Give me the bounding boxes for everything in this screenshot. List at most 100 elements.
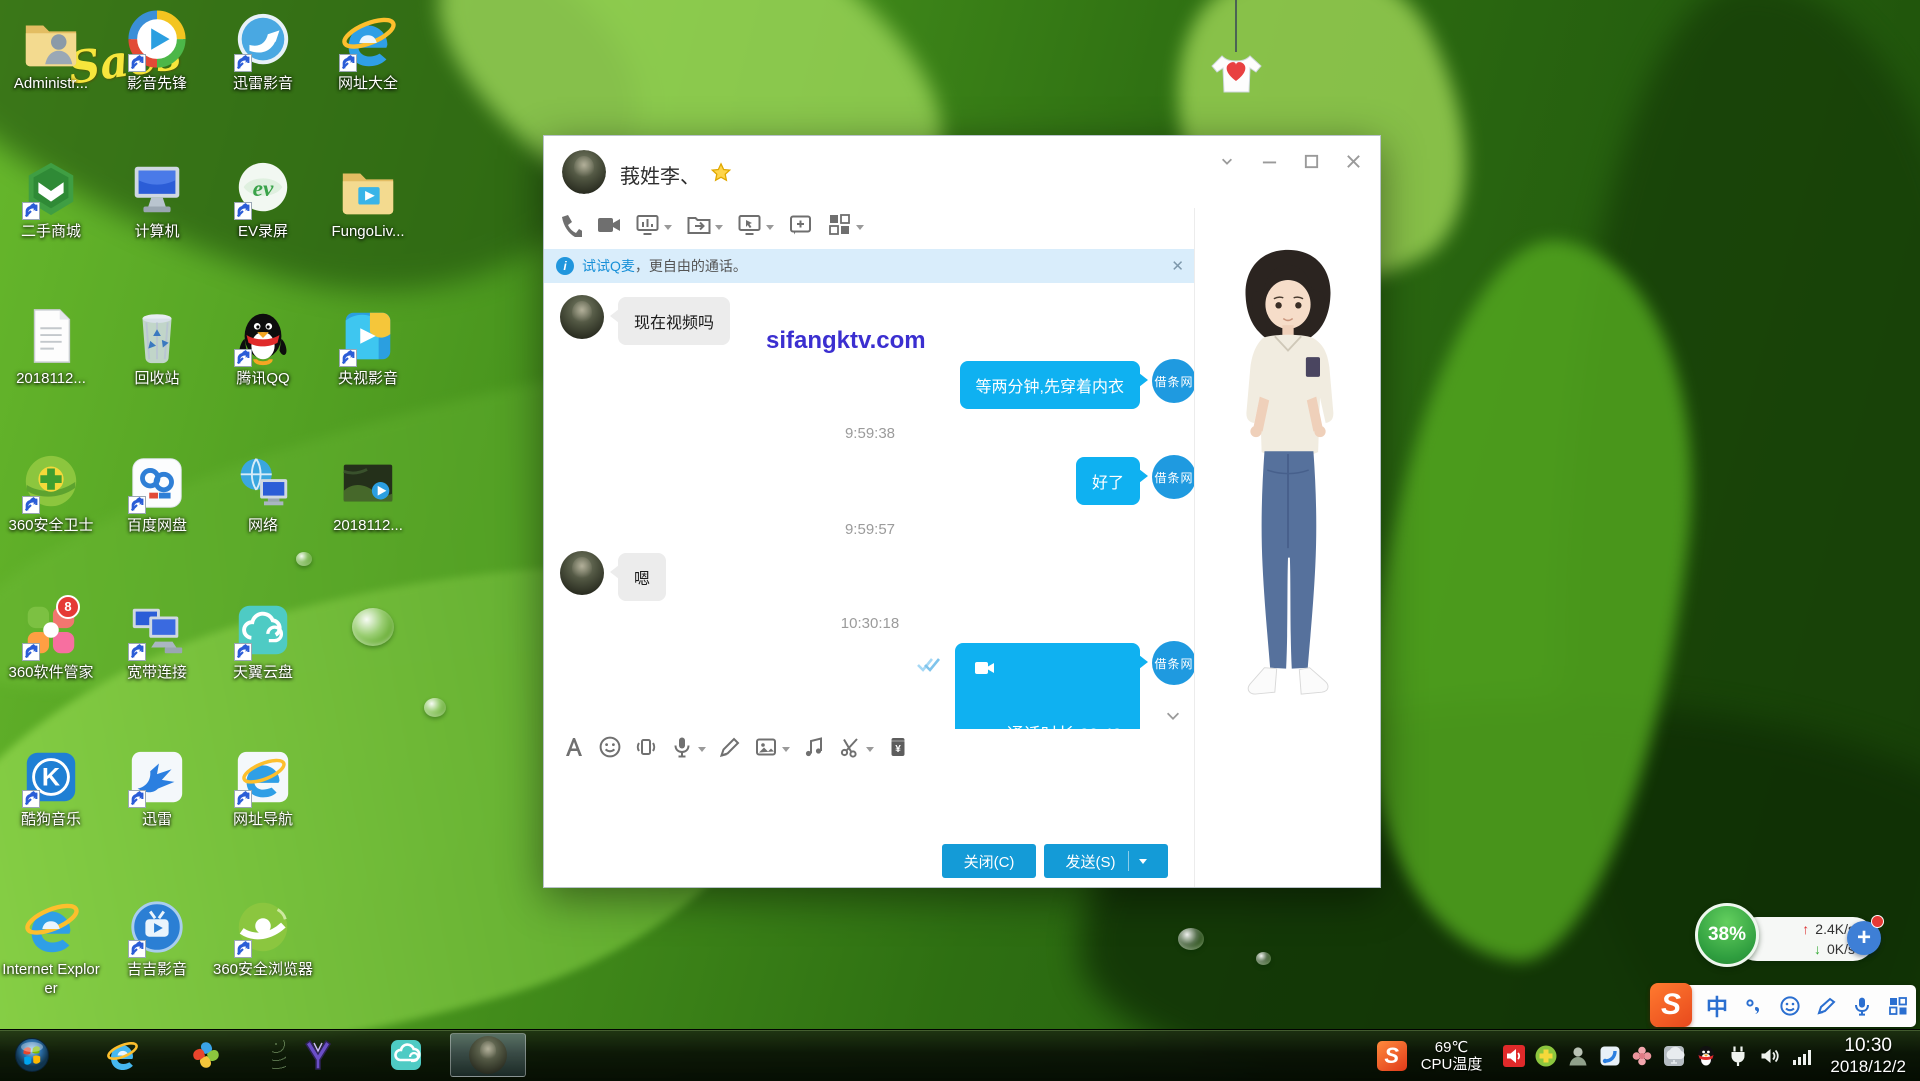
- tray-power-plug-icon[interactable]: [1725, 1043, 1751, 1069]
- apps-grid-button[interactable]: [820, 208, 871, 246]
- tray-red-speaker-icon[interactable]: [1501, 1043, 1527, 1069]
- qq-show-panel[interactable]: [1194, 208, 1380, 887]
- sogou-tray-icon[interactable]: S: [1377, 1041, 1407, 1071]
- desktop-icon-video-file[interactable]: 2018112...: [316, 452, 420, 535]
- desktop-icon-label: 央视影音: [316, 369, 420, 388]
- ime-handwrite-icon[interactable]: [1808, 995, 1844, 1017]
- close-button[interactable]: [1340, 150, 1366, 172]
- tray-network-signal-icon[interactable]: [1789, 1043, 1815, 1069]
- shake-button[interactable]: [628, 732, 664, 767]
- shortcut-arrow-icon: [22, 202, 40, 220]
- qq-chat-window: 莪姓李、 i 试试Q麦 ，更自由的通话。 ✕ sifangktv.com: [543, 135, 1381, 888]
- cpu-temp-indicator[interactable]: 69℃ CPU温度: [1421, 1039, 1483, 1073]
- session-list-toggle-icon[interactable]: [1214, 150, 1240, 172]
- desktop-icon-folder-media[interactable]: FungoLiv...: [316, 158, 420, 241]
- taskbar-chat-task-button[interactable]: [450, 1033, 526, 1077]
- desktop-icon-soft-360[interactable]: 8360软件管家: [0, 599, 103, 682]
- desktop-icon-cctv-player[interactable]: 央视影音: [316, 305, 420, 388]
- tray-volume-icon[interactable]: [1757, 1043, 1783, 1069]
- desktop-icon-text-doc[interactable]: 2018112...: [0, 305, 103, 388]
- peer-message-avatar[interactable]: [560, 551, 604, 595]
- minimize-button[interactable]: [1256, 150, 1282, 172]
- desktop-icon-kugou[interactable]: K酷狗音乐: [0, 746, 103, 829]
- desktop-icon-safe-360[interactable]: 360安全卫士: [0, 452, 103, 535]
- call-record-bubble[interactable]: 通话时长 28:49: [955, 643, 1140, 729]
- memory-usage-ball[interactable]: 38%: [1695, 903, 1759, 967]
- ime-mic-icon[interactable]: [1844, 995, 1880, 1017]
- desktop-icon-broadband[interactable]: 宽带连接: [105, 599, 209, 682]
- desktop-icon-tianyi-cloud[interactable]: 天翼云盘: [211, 599, 315, 682]
- self-avatar[interactable]: 借条网: [1152, 455, 1196, 499]
- taskbar-ie-button[interactable]: [96, 1033, 148, 1077]
- desktop-icon-ie-logo[interactable]: Internet Explorer: [0, 896, 103, 998]
- desktop-icon-hex-market[interactable]: 二手商城: [0, 158, 103, 241]
- image-button[interactable]: [748, 732, 796, 767]
- video-call-button[interactable]: [589, 208, 628, 246]
- taskbar-cloud-button[interactable]: [380, 1033, 432, 1077]
- ime-emoji-icon[interactable]: [1772, 995, 1808, 1017]
- send-options-icon[interactable]: [1139, 859, 1147, 864]
- send-button[interactable]: 发送(S): [1044, 844, 1168, 878]
- desktop-icon-nav-ie[interactable]: 网址导航: [211, 746, 315, 829]
- tray-qq-tray-icon[interactable]: [1693, 1043, 1719, 1069]
- desktop-icon-folder-user[interactable]: Administr...: [0, 10, 103, 93]
- sogou-logo-icon[interactable]: S: [1650, 983, 1692, 1027]
- desktop-icon-network[interactable]: 网络: [211, 452, 315, 535]
- taskbar-clock[interactable]: 10:30 2018/12/2: [1830, 1035, 1906, 1077]
- tray-flower-icon[interactable]: [1629, 1043, 1655, 1069]
- taskbar-vagaa-button[interactable]: [292, 1033, 344, 1077]
- memory-percent: 38%: [1708, 924, 1746, 946]
- screen-share-button[interactable]: [628, 208, 679, 246]
- desktop-icon-recycle-bin[interactable]: 回收站: [105, 305, 209, 388]
- desktop-icon-qq-penguin[interactable]: 腾讯QQ: [211, 305, 315, 388]
- taskbar-sogou-browser-button[interactable]: [180, 1033, 232, 1077]
- red-packet-button[interactable]: ¥: [880, 732, 916, 767]
- handwrite-button[interactable]: [712, 732, 748, 767]
- desktop-icon-thunder-player[interactable]: 迅雷影音: [211, 10, 315, 93]
- desktop-icon-ev-recorder[interactable]: evEV录屏: [211, 158, 315, 241]
- desktop-icon-jiji-player[interactable]: 吉吉影音: [105, 896, 209, 979]
- shortcut-arrow-icon: [22, 496, 40, 514]
- tray-contact-icon[interactable]: [1565, 1043, 1591, 1069]
- start-button[interactable]: [6, 1033, 58, 1077]
- desktop-icon-baidu-pan[interactable]: 百度网盘: [105, 452, 209, 535]
- peer-avatar[interactable]: [562, 150, 606, 194]
- file-send-button[interactable]: [679, 208, 730, 246]
- ime-punctuation-icon[interactable]: [1736, 995, 1772, 1017]
- ime-toolbox-icon[interactable]: [1880, 995, 1916, 1017]
- self-avatar[interactable]: 借条网: [1152, 641, 1196, 685]
- desktop-icon-computer[interactable]: 计算机: [105, 158, 209, 241]
- desktop-icon-ie-logo[interactable]: 网址大全: [316, 10, 420, 93]
- tip-close-icon[interactable]: ✕: [1171, 257, 1184, 275]
- water-droplet: [1256, 952, 1271, 965]
- desktop-icon-player-ring[interactable]: 影音先锋: [105, 10, 209, 93]
- self-avatar[interactable]: 借条网: [1152, 359, 1196, 403]
- svg-text:¥: ¥: [895, 744, 901, 755]
- tray-phone-tool-icon[interactable]: [1597, 1043, 1623, 1069]
- tray-screen-rec-icon[interactable]: [1661, 1043, 1687, 1069]
- message-row-call: 通话时长 28:49 借条网: [544, 641, 1196, 729]
- voice-call-icon: [557, 212, 582, 242]
- peer-message-avatar[interactable]: [560, 295, 604, 339]
- video-call-icon: [596, 212, 621, 242]
- ime-language-mode[interactable]: 中: [1698, 990, 1736, 1022]
- font-button[interactable]: [556, 732, 592, 767]
- voice-button[interactable]: [664, 732, 712, 767]
- desktop-icon-xunlei-bird[interactable]: 迅雷: [105, 746, 209, 829]
- qmic-try-link[interactable]: 试试Q麦: [582, 256, 635, 276]
- close-chat-button[interactable]: 关闭(C): [942, 844, 1036, 878]
- create-group-button[interactable]: [781, 208, 820, 246]
- message-input[interactable]: [544, 767, 1196, 841]
- desktop-icon-label: 迅雷: [105, 810, 209, 829]
- voice-call-button[interactable]: [550, 208, 589, 246]
- tshirt-gadget-icon[interactable]: [1204, 0, 1264, 100]
- music-button[interactable]: [796, 732, 832, 767]
- vip-star-icon: [710, 162, 732, 184]
- remote-assist-button[interactable]: [730, 208, 781, 246]
- maximize-button[interactable]: [1298, 150, 1324, 172]
- emoji-button[interactable]: [592, 732, 628, 767]
- tray-360-tray-icon[interactable]: [1533, 1043, 1559, 1069]
- screenshot-button[interactable]: [832, 732, 880, 767]
- desktop-icon-browser-360[interactable]: 360安全浏览器: [211, 896, 315, 979]
- chat-toolbar: [550, 208, 871, 246]
